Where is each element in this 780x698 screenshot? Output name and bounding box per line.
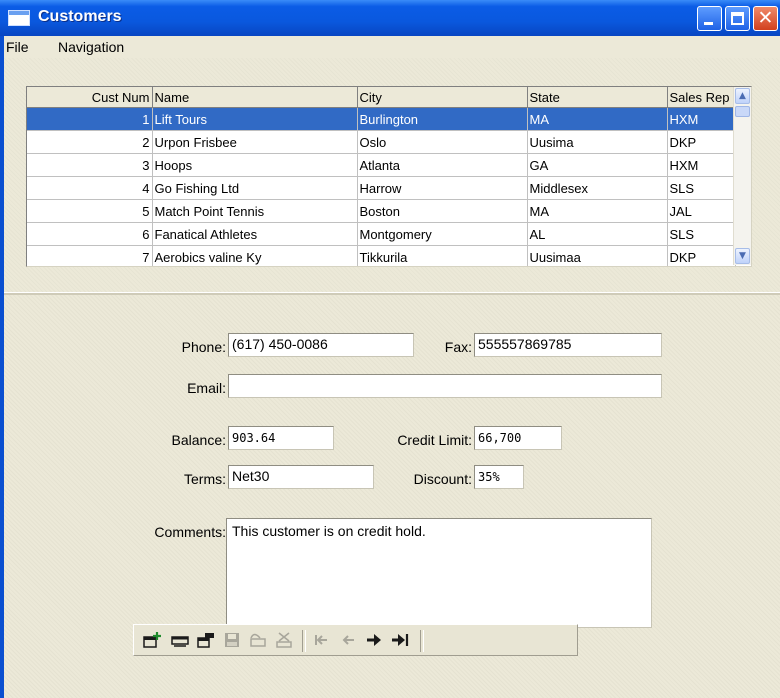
maximize-icon xyxy=(731,12,744,25)
email-field[interactable] xyxy=(228,374,662,398)
cell-sales-rep: SLS xyxy=(667,222,736,246)
table-row[interactable]: 5 Match Point Tennis Boston MA JAL xyxy=(27,199,736,223)
menu-file[interactable]: File xyxy=(6,39,29,55)
toolbar-separator xyxy=(420,630,424,652)
cell-name: Go Fishing Ltd xyxy=(152,176,358,200)
cell-state: Uusimaa xyxy=(527,245,668,266)
vertical-scrollbar[interactable]: ▲ ▼ xyxy=(733,87,751,265)
cell-cust-num: 3 xyxy=(27,153,153,177)
delete-record-icon[interactable] xyxy=(274,631,294,649)
balance-label: Balance: xyxy=(171,432,226,448)
table-row[interactable]: 6 Fanatical Athletes Montgomery AL SLS xyxy=(27,222,736,246)
column-header-cust-num[interactable]: Cust Num xyxy=(27,87,153,108)
chevron-up-icon: ▲ xyxy=(739,91,746,101)
cell-cust-num: 1 xyxy=(27,107,153,131)
terms-field[interactable]: Net30 xyxy=(228,465,374,489)
credit-limit-field[interactable]: 66,700 xyxy=(474,426,562,450)
email-label: Email: xyxy=(187,380,226,396)
cell-state: MA xyxy=(527,199,668,223)
cell-cust-num: 6 xyxy=(27,222,153,246)
table-row-selected[interactable]: 1 Lift Tours Burlington MA HXM xyxy=(27,107,736,131)
minimize-button[interactable] xyxy=(697,6,722,31)
update-record-icon[interactable] xyxy=(170,631,190,649)
column-header-state[interactable]: State xyxy=(527,87,668,108)
cell-name: Urpon Frisbee xyxy=(152,130,358,154)
balance-field[interactable]: 903.64 xyxy=(228,426,334,450)
menu-navigation[interactable]: Navigation xyxy=(58,39,124,55)
table-row[interactable]: 7 Aerobics valine Ky Tikkurila Uusimaa D… xyxy=(27,245,736,266)
cell-cust-num: 2 xyxy=(27,130,153,154)
scroll-down-button[interactable]: ▼ xyxy=(735,248,750,264)
credit-limit-label: Credit Limit: xyxy=(397,432,472,448)
terms-label: Terms: xyxy=(184,471,226,487)
table-header-row: Cust Num Name City State Sales Rep xyxy=(27,87,736,108)
cell-name: Fanatical Athletes xyxy=(152,222,358,246)
minimize-icon xyxy=(704,22,713,25)
cell-name: Lift Tours xyxy=(152,107,358,131)
cell-city: Oslo xyxy=(357,130,528,154)
cell-sales-rep: HXM xyxy=(667,153,736,177)
cell-city: Atlanta xyxy=(357,153,528,177)
cell-sales-rep: HXM xyxy=(667,107,736,131)
cell-city: Harrow xyxy=(357,176,528,200)
chevron-down-icon: ▼ xyxy=(739,251,746,261)
first-record-icon[interactable] xyxy=(312,631,332,649)
customer-browse-grid[interactable]: Cust Num Name City State Sales Rep 1 Lif… xyxy=(26,86,752,267)
cell-city: Boston xyxy=(357,199,528,223)
save-record-icon[interactable] xyxy=(222,631,242,649)
cell-state: AL xyxy=(527,222,668,246)
undo-icon[interactable] xyxy=(248,631,268,649)
customers-window: Customers ✕ File Navigation Cust Num Nam… xyxy=(0,0,780,698)
cell-state: GA xyxy=(527,153,668,177)
table-row[interactable]: 2 Urpon Frisbee Oslo Uusima DKP xyxy=(27,130,736,154)
customer-table: Cust Num Name City State Sales Rep 1 Lif… xyxy=(27,87,736,266)
window-title: Customers xyxy=(38,8,122,25)
column-header-name[interactable]: Name xyxy=(152,87,358,108)
window-icon xyxy=(8,10,30,26)
close-button[interactable]: ✕ xyxy=(753,6,778,31)
cell-state: Middlesex xyxy=(527,176,668,200)
cell-city: Montgomery xyxy=(357,222,528,246)
cell-state: MA xyxy=(527,107,668,131)
record-toolbar xyxy=(133,624,578,656)
cell-cust-num: 5 xyxy=(27,199,153,223)
comments-editor[interactable]: This customer is on credit hold. xyxy=(226,518,652,628)
last-record-icon[interactable] xyxy=(390,631,410,649)
fax-label: Fax: xyxy=(444,339,472,355)
previous-record-icon[interactable] xyxy=(338,631,358,649)
cell-sales-rep: DKP xyxy=(667,245,736,266)
next-record-icon[interactable] xyxy=(364,631,384,649)
column-header-city[interactable]: City xyxy=(357,87,528,108)
cell-cust-num: 7 xyxy=(27,245,153,266)
cell-name: Match Point Tennis xyxy=(152,199,358,223)
add-record-icon[interactable] xyxy=(142,631,162,649)
cell-sales-rep: DKP xyxy=(667,130,736,154)
cell-sales-rep: JAL xyxy=(667,199,736,223)
cell-state: Uusima xyxy=(527,130,668,154)
cell-name: Aerobics valine Ky xyxy=(152,245,358,266)
scroll-up-button[interactable]: ▲ xyxy=(735,88,750,104)
toolbar-separator xyxy=(302,630,306,652)
cell-sales-rep: SLS xyxy=(667,176,736,200)
column-header-sales-rep[interactable]: Sales Rep xyxy=(667,87,736,108)
title-bar[interactable]: Customers ✕ xyxy=(0,0,780,36)
cell-city: Tikkurila xyxy=(357,245,528,266)
phone-label: Phone: xyxy=(181,339,226,355)
cell-cust-num: 4 xyxy=(27,176,153,200)
comments-label: Comments: xyxy=(154,524,226,540)
discount-label: Discount: xyxy=(413,471,472,487)
table-row[interactable]: 3 Hoops Atlanta GA HXM xyxy=(27,153,736,177)
fax-field[interactable]: 555557869785 xyxy=(474,333,662,357)
close-icon: ✕ xyxy=(757,7,774,29)
discount-field[interactable]: 35% xyxy=(474,465,524,489)
cell-city: Burlington xyxy=(357,107,528,131)
cell-name: Hoops xyxy=(152,153,358,177)
table-row[interactable]: 4 Go Fishing Ltd Harrow Middlesex SLS xyxy=(27,176,736,200)
scroll-thumb[interactable] xyxy=(735,106,750,117)
copy-record-icon[interactable] xyxy=(196,631,216,649)
phone-field[interactable]: (617) 450-0086 xyxy=(228,333,414,357)
maximize-button[interactable] xyxy=(725,6,750,31)
menu-bar: File Navigation xyxy=(4,36,780,58)
